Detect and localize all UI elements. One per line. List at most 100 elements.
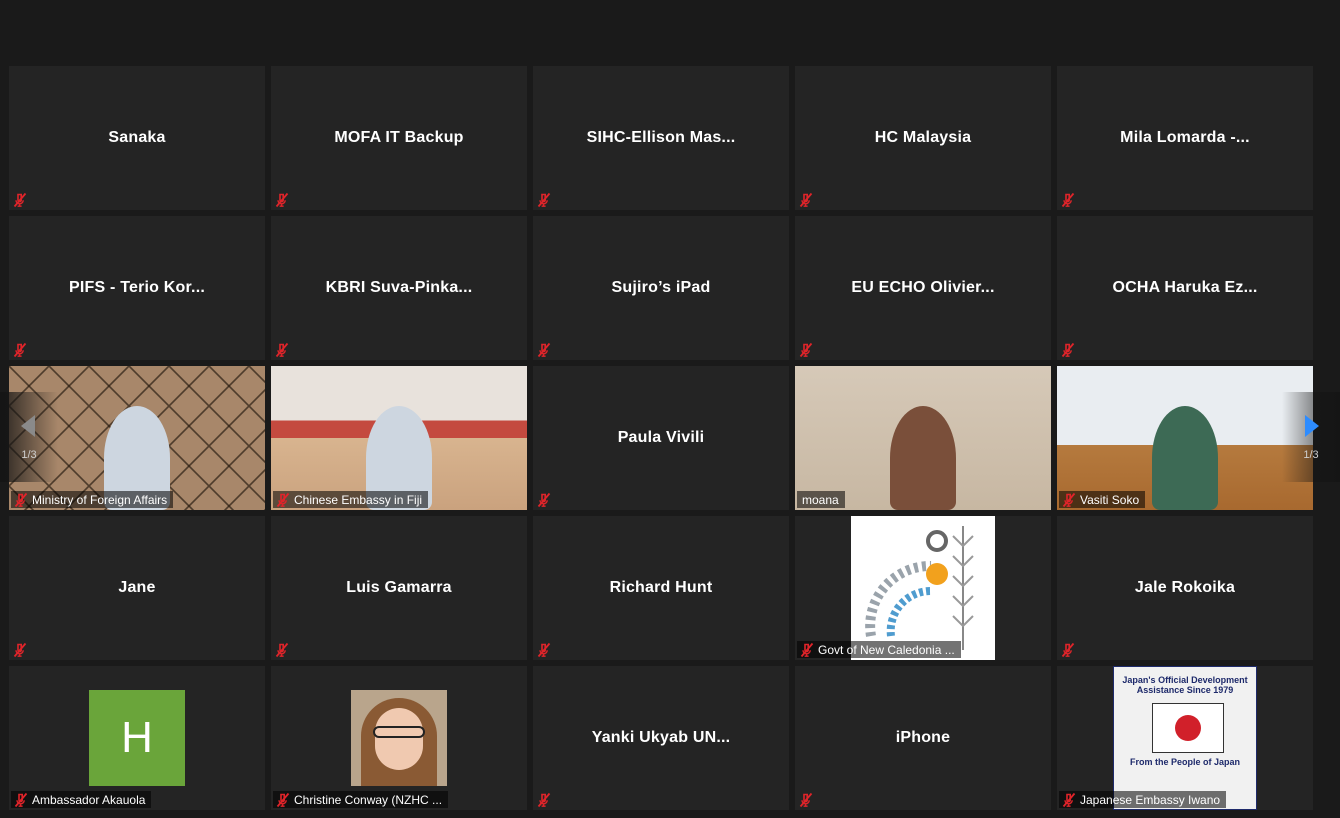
- muted-mic-icon: [12, 192, 28, 208]
- participant-tile[interactable]: Christine Conway (NZHC ...: [271, 666, 527, 810]
- participant-label: Chinese Embassy in Fiji: [273, 491, 429, 508]
- participant-name: Luis Gamarra: [346, 579, 452, 596]
- participant-name: iPhone: [895, 729, 951, 746]
- profile-photo: [351, 690, 447, 786]
- participant-name: SIHC-Ellison Mas...: [586, 129, 736, 146]
- participant-tile[interactable]: iPhone: [795, 666, 1051, 810]
- participant-tile[interactable]: MOFA IT Backup: [271, 66, 527, 210]
- participant-name: Vasiti Soko: [1080, 492, 1140, 507]
- participant-name: Jale Rokoika: [1134, 579, 1236, 596]
- participant-tile[interactable]: HC Malaysia: [795, 66, 1051, 210]
- participant-name: KBRI Suva-Pinka...: [325, 279, 473, 296]
- muted-mic-icon: [536, 192, 552, 208]
- page-indicator-left: 1/3: [21, 449, 37, 461]
- muted-mic-icon: [274, 342, 290, 358]
- participant-tile[interactable]: Richard Hunt: [533, 516, 789, 660]
- muted-mic-icon: [536, 642, 552, 658]
- chevron-left-icon: [21, 415, 35, 437]
- participant-tile[interactable]: Luis Gamarra: [271, 516, 527, 660]
- nautilus-logo-icon: [865, 526, 974, 650]
- participant-name: moana: [802, 492, 839, 507]
- participant-label: Christine Conway (NZHC ...: [273, 791, 449, 808]
- japan-oda-image: Japan's Official Development Assistance …: [1113, 666, 1257, 810]
- video-feed: [795, 366, 1051, 510]
- muted-mic-icon: [274, 642, 290, 658]
- participant-tile[interactable]: Jale Rokoika: [1057, 516, 1313, 660]
- japan-oda-title: Japan's Official Development Assistance …: [1122, 675, 1248, 695]
- muted-mic-icon: [799, 642, 815, 658]
- participant-tile[interactable]: PIFS - Terio Kor...: [9, 216, 265, 360]
- video-feed: [1057, 366, 1313, 510]
- chevron-right-icon: [1305, 415, 1319, 437]
- participant-label: Govt of New Caledonia ...: [797, 641, 961, 658]
- muted-mic-icon: [536, 792, 552, 808]
- photo-glasses: [373, 726, 425, 738]
- gallery-grid: Sanaka MOFA IT Backup SIHC-Ellison Mas... H…: [9, 66, 1313, 810]
- participant-name: Japanese Embassy Iwano: [1080, 792, 1221, 807]
- participant-tile[interactable]: EU ECHO Olivier...: [795, 216, 1051, 360]
- japan-flag-icon: [1152, 703, 1224, 753]
- participant-name: MOFA IT Backup: [334, 129, 464, 146]
- participant-tile[interactable]: Jane: [9, 516, 265, 660]
- muted-mic-icon: [1061, 492, 1077, 508]
- muted-mic-icon: [798, 792, 814, 808]
- participant-name: Christine Conway (NZHC ...: [294, 792, 443, 807]
- participant-video-figure: [1152, 406, 1218, 510]
- participant-tile[interactable]: SIHC-Ellison Mas...: [533, 66, 789, 210]
- muted-mic-icon: [13, 792, 29, 808]
- participant-name: Paula Vivili: [617, 429, 705, 446]
- participant-tile[interactable]: Chinese Embassy in Fiji: [271, 366, 527, 510]
- participant-tile[interactable]: KBRI Suva-Pinka...: [271, 216, 527, 360]
- muted-mic-icon: [1060, 342, 1076, 358]
- participant-tile[interactable]: Sanaka: [9, 66, 265, 210]
- muted-mic-icon: [1060, 642, 1076, 658]
- participant-name: HC Malaysia: [874, 129, 972, 146]
- participant-tile[interactable]: Paula Vivili: [533, 366, 789, 510]
- video-feed: [271, 366, 527, 510]
- participant-name: Yanki Ukyab UN...: [591, 729, 731, 746]
- participant-label: Ministry of Foreign Affairs: [11, 491, 174, 508]
- muted-mic-icon: [13, 492, 29, 508]
- participant-name: Sujiro’s iPad: [611, 279, 711, 296]
- participant-name: Ambassador Akauola: [32, 792, 146, 807]
- next-page-button[interactable]: 1/3: [1282, 392, 1340, 482]
- participant-tile[interactable]: OCHA Haruka Ez...: [1057, 216, 1313, 360]
- muted-mic-icon: [536, 342, 552, 358]
- participant-label: Ambassador Akauola: [11, 791, 152, 808]
- previous-page-button[interactable]: 1/3: [0, 392, 58, 482]
- participant-name: Sanaka: [108, 129, 166, 146]
- participant-tile[interactable]: Yanki Ukyab UN...: [533, 666, 789, 810]
- muted-mic-icon: [798, 342, 814, 358]
- participant-label: Vasiti Soko: [1059, 491, 1146, 508]
- participant-name: Jane: [118, 579, 156, 596]
- participant-name: PIFS - Terio Kor...: [69, 279, 205, 296]
- page-indicator-right: 1/3: [1303, 449, 1319, 461]
- photo-face: [375, 708, 423, 770]
- participant-tile[interactable]: Mila Lomarda -...: [1057, 66, 1313, 210]
- muted-mic-icon: [536, 492, 552, 508]
- participant-name: OCHA Haruka Ez...: [1112, 279, 1258, 296]
- japan-oda-subtitle: From the People of Japan: [1129, 757, 1241, 767]
- muted-mic-icon: [1060, 192, 1076, 208]
- participant-tile[interactable]: Vasiti Soko: [1057, 366, 1313, 510]
- participant-label: Japanese Embassy Iwano: [1059, 791, 1227, 808]
- muted-mic-icon: [274, 192, 290, 208]
- participant-label: moana: [797, 491, 845, 508]
- participant-name: Mila Lomarda -...: [1120, 129, 1250, 146]
- participant-tile[interactable]: Govt of New Caledonia ...: [795, 516, 1051, 660]
- participant-name: Ministry of Foreign Affairs: [32, 492, 168, 507]
- muted-mic-icon: [1061, 792, 1077, 808]
- new-caledonia-logo: [851, 516, 995, 660]
- participant-tile[interactable]: H Ambassador Akauola: [9, 666, 265, 810]
- participant-tile[interactable]: Sujiro’s iPad: [533, 216, 789, 360]
- participant-video-figure: [890, 406, 956, 510]
- muted-mic-icon: [12, 342, 28, 358]
- participant-name: Richard Hunt: [609, 579, 713, 596]
- participant-name: Chinese Embassy in Fiji: [294, 492, 423, 507]
- muted-mic-icon: [12, 642, 28, 658]
- participant-tile[interactable]: moana: [795, 366, 1051, 510]
- participant-tile[interactable]: Japan's Official Development Assistance …: [1057, 666, 1313, 810]
- muted-mic-icon: [275, 792, 291, 808]
- muted-mic-icon: [275, 492, 291, 508]
- muted-mic-icon: [798, 192, 814, 208]
